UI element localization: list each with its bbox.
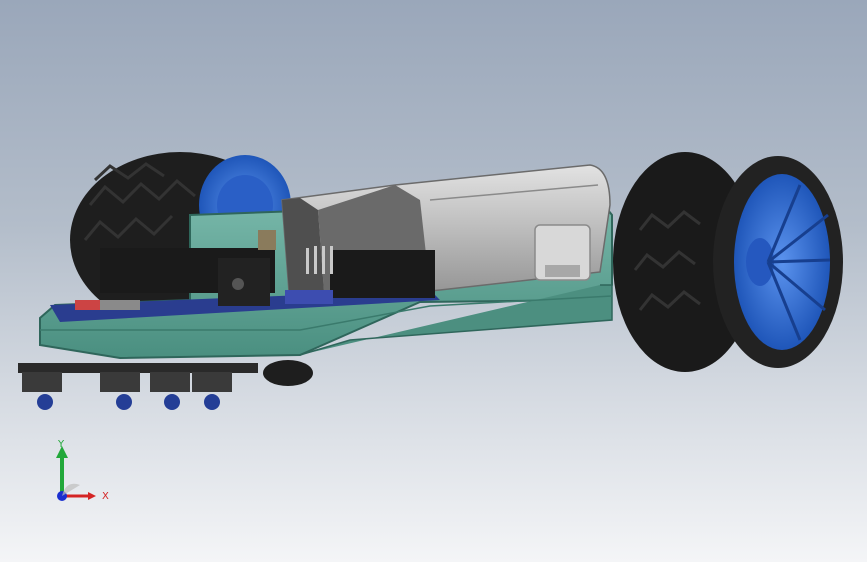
sensor-array[interactable] — [18, 360, 313, 410]
right-wheel[interactable] — [613, 152, 843, 372]
sensor-unit — [150, 372, 190, 410]
coordinate-triad: Y X — [56, 440, 109, 502]
3d-viewport[interactable]: Y X — [0, 0, 867, 562]
sensor-unit — [100, 372, 140, 410]
x-axis-label: X — [102, 491, 109, 502]
y-axis-label: Y — [57, 440, 65, 450]
sensor-unit — [192, 372, 232, 410]
x-axis-arrow — [88, 492, 96, 500]
xy-plane-indicator — [62, 483, 80, 496]
sensor-unit — [22, 372, 62, 410]
robot-car-model[interactable] — [0, 0, 867, 562]
